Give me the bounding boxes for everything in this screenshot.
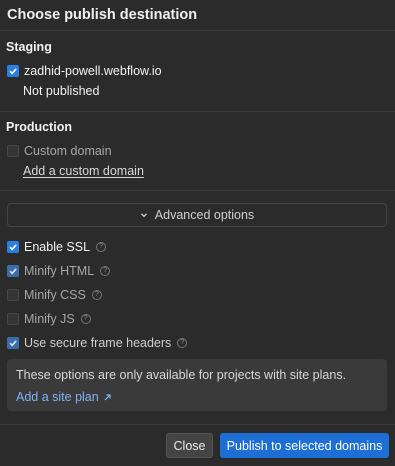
dialog-title: Choose publish destination	[0, 0, 395, 31]
production-heading: Production	[6, 120, 72, 134]
option-minify-js[interactable]: Minify JS ?	[7, 311, 91, 327]
divider	[0, 190, 395, 191]
help-icon[interactable]: ?	[91, 290, 102, 300]
minify-css-checkbox[interactable]	[7, 289, 19, 301]
add-custom-domain-link[interactable]: Add a custom domain	[23, 164, 144, 178]
minify-js-label: Minify JS	[24, 312, 75, 326]
help-icon[interactable]: ?	[80, 314, 91, 324]
staging-status: Not published	[23, 84, 100, 98]
option-minify-html[interactable]: Minify HTML ?	[7, 263, 111, 279]
custom-domain-checkbox[interactable]	[7, 145, 19, 157]
enable-ssl-checkbox[interactable]	[7, 241, 19, 253]
divider	[0, 424, 395, 425]
checkmark-icon	[9, 268, 17, 275]
secure-frame-headers-checkbox[interactable]	[7, 337, 19, 349]
checkmark-icon	[9, 340, 17, 347]
minify-js-checkbox[interactable]	[7, 313, 19, 325]
staging-heading: Staging	[6, 40, 52, 54]
advanced-options-toggle[interactable]: Advanced options	[7, 203, 387, 227]
site-plan-notice: These options are only available for pro…	[7, 359, 387, 411]
add-site-plan-link[interactable]: Add a site plan	[16, 390, 112, 404]
help-icon[interactable]: ?	[96, 242, 107, 252]
chevron-down-icon	[140, 213, 147, 218]
site-plan-notice-text: These options are only available for pro…	[16, 368, 347, 382]
option-enable-ssl[interactable]: Enable SSL ?	[7, 239, 107, 255]
staging-domain-checkbox[interactable]	[7, 65, 19, 77]
option-secure-frame-headers[interactable]: Use secure frame headers ?	[7, 335, 188, 351]
close-button[interactable]: Close	[166, 433, 213, 458]
custom-domain-row[interactable]: Custom domain	[7, 143, 112, 159]
option-minify-css[interactable]: Minify CSS ?	[7, 287, 102, 303]
staging-domain-label: zadhid-powell.webflow.io	[24, 64, 162, 78]
help-icon[interactable]: ?	[177, 338, 188, 348]
minify-html-label: Minify HTML	[24, 264, 95, 278]
advanced-options-label: Advanced options	[154, 208, 255, 222]
staging-domain-row[interactable]: zadhid-powell.webflow.io	[7, 63, 162, 79]
checkmark-icon	[9, 244, 17, 251]
external-link-icon	[104, 393, 111, 400]
divider	[0, 111, 395, 112]
publish-button[interactable]: Publish to selected domains	[220, 433, 389, 458]
publish-dialog: Choose publish destination Staging zadhi…	[0, 0, 395, 466]
help-icon[interactable]: ?	[100, 266, 111, 276]
add-site-plan-label: Add a site plan	[16, 390, 99, 404]
checkmark-icon	[9, 68, 17, 75]
minify-css-label: Minify CSS	[24, 288, 86, 302]
minify-html-checkbox[interactable]	[7, 265, 19, 277]
enable-ssl-label: Enable SSL	[24, 240, 91, 254]
secure-frame-headers-label: Use secure frame headers	[24, 336, 172, 350]
custom-domain-label: Custom domain	[24, 144, 112, 158]
